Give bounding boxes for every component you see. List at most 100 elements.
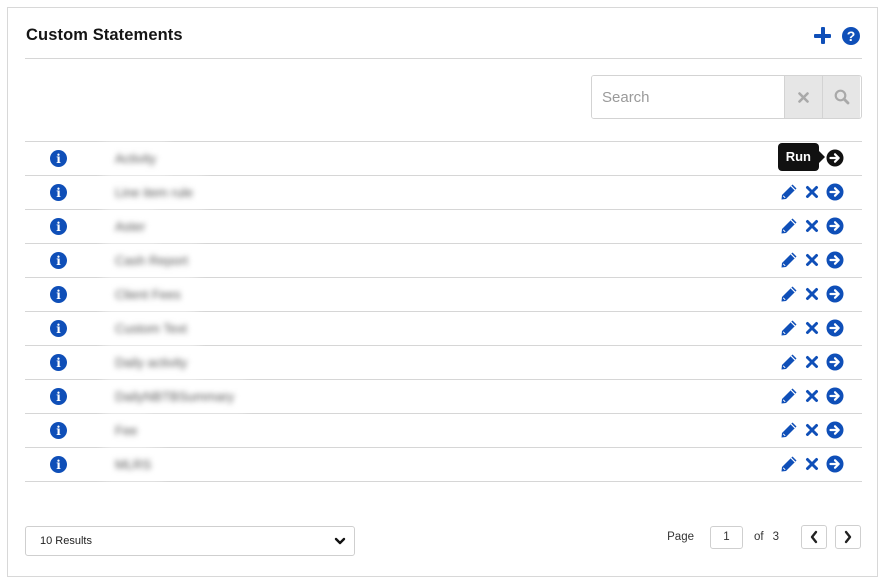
statement-name: DailyNBTBSummary: [109, 389, 241, 404]
run-button[interactable]: [826, 455, 844, 473]
arrow-circle-right-icon: [826, 285, 844, 303]
pencil-icon: [781, 354, 797, 370]
pencil-icon: [781, 388, 797, 404]
statement-name: Aster: [109, 219, 152, 234]
help-icon[interactable]: ?: [842, 26, 860, 45]
edit-button[interactable]: [780, 217, 798, 235]
row-actions: [780, 217, 844, 235]
arrow-circle-right-icon: [826, 353, 844, 371]
page-title: Custom Statements: [26, 26, 183, 44]
delete-button[interactable]: [805, 457, 819, 471]
pencil-icon: [781, 456, 797, 472]
delete-button[interactable]: [805, 321, 819, 335]
row-actions: [780, 455, 844, 473]
table-row: i Cash Report: [25, 244, 862, 278]
pencil-icon: [781, 422, 797, 438]
delete-button[interactable]: [805, 287, 819, 301]
delete-button[interactable]: [805, 423, 819, 437]
header-actions: ?: [813, 26, 860, 45]
edit-button[interactable]: [780, 251, 798, 269]
info-icon[interactable]: i: [50, 422, 67, 439]
run-button[interactable]: [826, 251, 844, 269]
next-page-button[interactable]: [835, 525, 861, 549]
row-actions: [780, 183, 844, 201]
statement-name: Fee: [109, 423, 144, 438]
info-icon[interactable]: i: [50, 320, 67, 337]
edit-button[interactable]: [780, 421, 798, 439]
run-button[interactable]: [826, 319, 844, 337]
table-row: i Fee: [25, 414, 862, 448]
pencil-icon: [781, 184, 797, 200]
run-button[interactable]: [826, 183, 844, 201]
delete-button[interactable]: [805, 253, 819, 267]
pencil-icon: [781, 218, 797, 234]
chevron-right-icon: [844, 530, 852, 544]
search-group: [591, 75, 862, 119]
row-actions: [780, 421, 844, 439]
arrow-circle-right-icon: [826, 251, 844, 269]
panel-header: Custom Statements ?: [25, 8, 862, 59]
row-actions: [780, 353, 844, 371]
edit-button[interactable]: [780, 387, 798, 405]
statement-name: Line item rule: [109, 185, 200, 200]
x-icon: [798, 91, 809, 103]
chevron-down-icon: [334, 537, 346, 545]
delete-button[interactable]: [805, 389, 819, 403]
run-button[interactable]: [826, 421, 844, 439]
statement-name: Cash Report: [109, 253, 194, 268]
edit-button[interactable]: [780, 319, 798, 337]
edit-button[interactable]: [780, 455, 798, 473]
x-icon: [806, 356, 818, 368]
results-select-value: 10 Results: [40, 535, 92, 547]
search-input[interactable]: [592, 76, 784, 118]
table-row: i Custom Text: [25, 312, 862, 346]
run-button[interactable]: [826, 217, 844, 235]
row-actions: [780, 319, 844, 337]
statements-table: i Activity Run i Line item rule i Aster …: [25, 141, 862, 482]
row-actions: [780, 251, 844, 269]
delete-button[interactable]: [805, 185, 819, 199]
statement-name: Daily activity: [109, 355, 194, 370]
table-row: i MLRS: [25, 448, 862, 482]
edit-button[interactable]: [780, 285, 798, 303]
search-button[interactable]: [822, 76, 860, 118]
edit-button[interactable]: [780, 353, 798, 371]
results-per-page-select[interactable]: 10 Results: [25, 526, 355, 556]
add-statement-button[interactable]: [813, 26, 832, 45]
statement-name: Custom Text: [109, 321, 194, 336]
run-button[interactable]: [826, 387, 844, 405]
info-icon[interactable]: i: [50, 354, 67, 371]
info-icon[interactable]: i: [50, 218, 67, 235]
delete-button[interactable]: [805, 355, 819, 369]
magnifier-icon: [834, 89, 849, 105]
info-icon[interactable]: i: [50, 286, 67, 303]
table-row: i DailyNBTBSummary: [25, 380, 862, 414]
info-icon[interactable]: i: [50, 456, 67, 473]
run-button[interactable]: [826, 285, 844, 303]
pencil-icon: [781, 286, 797, 302]
page-number-input[interactable]: [710, 525, 743, 549]
arrow-circle-right-icon: [826, 387, 844, 405]
pencil-icon: [781, 320, 797, 336]
x-icon: [806, 220, 818, 232]
x-icon: [806, 424, 818, 436]
delete-button[interactable]: [805, 219, 819, 233]
table-row: i Client Fees: [25, 278, 862, 312]
pencil-icon: [781, 252, 797, 268]
run-button[interactable]: [826, 353, 844, 371]
info-icon[interactable]: i: [50, 388, 67, 405]
info-icon[interactable]: i: [50, 150, 67, 167]
row-actions: [780, 285, 844, 303]
statement-name: Activity: [109, 151, 163, 166]
x-icon: [806, 322, 818, 334]
run-tooltip: Run: [777, 143, 826, 171]
edit-button[interactable]: [780, 183, 798, 201]
x-icon: [806, 186, 818, 198]
previous-page-button[interactable]: [801, 525, 827, 549]
x-icon: [806, 458, 818, 470]
custom-statements-panel: Custom Statements ? i Activity: [7, 7, 878, 577]
info-icon[interactable]: i: [50, 252, 67, 269]
run-button[interactable]: [826, 149, 844, 167]
clear-search-button[interactable]: [784, 76, 822, 118]
info-icon[interactable]: i: [50, 184, 67, 201]
